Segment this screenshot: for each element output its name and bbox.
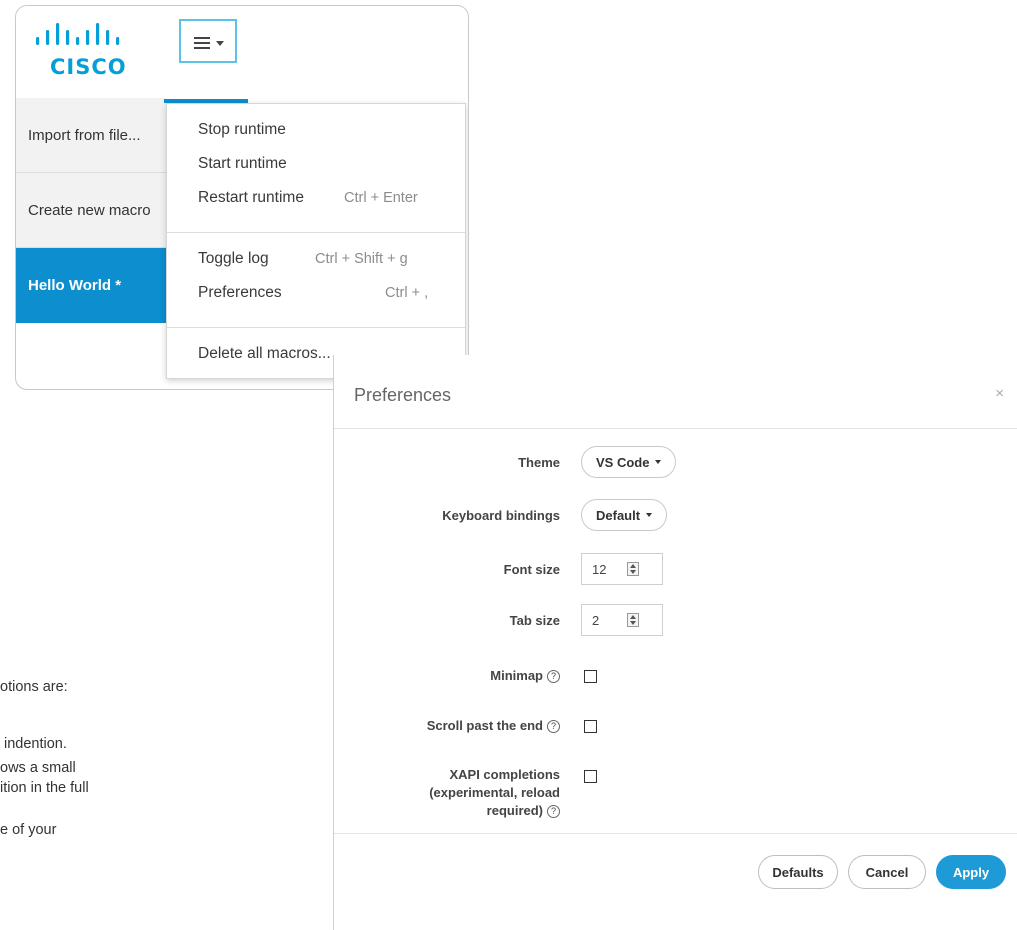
- help-icon[interactable]: ?: [547, 805, 560, 818]
- macro-sidebar: Import from file... Create new macro Hel…: [16, 98, 166, 323]
- hamburger-icon: [194, 37, 210, 49]
- minimap-checkbox[interactable]: [584, 670, 597, 683]
- stepper-arrows-icon[interactable]: [627, 613, 639, 627]
- macro-editor-callout: CISCO Import from file... Create new mac…: [15, 5, 469, 390]
- menu-item-toggle-log[interactable]: Toggle log: [198, 250, 269, 268]
- xapi-completions-label: XAPI completions (experimental, reload r…: [380, 766, 560, 820]
- theme-value: VS Code: [596, 454, 650, 470]
- font-size-stepper[interactable]: 12: [581, 553, 663, 585]
- dialog-footer-divider: [334, 833, 1017, 834]
- font-size-value: 12: [592, 562, 607, 577]
- menu-divider: [167, 327, 465, 328]
- sidebar-item-label: Hello World *: [28, 277, 122, 294]
- menu-item-start-runtime[interactable]: Start runtime: [198, 155, 287, 173]
- scroll-past-end-label: Scroll past the end?: [427, 717, 560, 735]
- menu-divider: [167, 232, 465, 233]
- shortcut-preferences: Ctrl + ,: [385, 285, 429, 301]
- chevron-down-icon: [655, 460, 662, 464]
- cisco-bars-icon: [36, 23, 120, 45]
- keyboard-bindings-value: Default: [596, 507, 641, 523]
- doc-text-line: ows a small: [0, 760, 76, 776]
- sidebar-item-import[interactable]: Import from file...: [16, 98, 166, 173]
- tab-size-value: 2: [592, 613, 600, 628]
- cisco-wordmark: CISCO: [50, 55, 127, 79]
- tab-size-label: Tab size: [509, 613, 560, 628]
- scroll-past-end-label-text: Scroll past the end: [426, 718, 543, 733]
- menu-item-preferences[interactable]: Preferences: [198, 284, 282, 302]
- chevron-down-icon: [646, 513, 653, 517]
- menu-item-restart-runtime[interactable]: Restart runtime: [198, 189, 304, 207]
- defaults-button[interactable]: Defaults: [758, 855, 838, 889]
- help-icon[interactable]: ?: [547, 670, 560, 683]
- menu-item-delete-all[interactable]: Delete all macros...: [198, 345, 331, 363]
- cisco-logo: CISCO: [36, 23, 146, 79]
- dialog-header-divider: [334, 428, 1017, 429]
- sidebar-item-hello-world[interactable]: Hello World *: [16, 248, 166, 323]
- main-dropdown-menu: Stop runtime Start runtime Restart runti…: [166, 103, 466, 379]
- xapi-completions-checkbox[interactable]: [584, 770, 597, 783]
- tab-size-stepper[interactable]: 2: [581, 604, 663, 636]
- chevron-down-icon: [216, 41, 224, 46]
- minimap-label-text: Minimap: [490, 668, 543, 683]
- theme-select[interactable]: VS Code: [581, 446, 677, 478]
- sidebar-item-label: Create new macro: [28, 201, 151, 219]
- cancel-button[interactable]: Cancel: [848, 855, 926, 889]
- help-icon[interactable]: ?: [547, 720, 560, 733]
- doc-text-line: indention.: [4, 736, 67, 752]
- doc-text-line: ition in the full: [0, 780, 89, 796]
- close-icon[interactable]: ×: [995, 385, 1004, 402]
- theme-label: Theme: [518, 455, 560, 470]
- xapi-completions-label-text: XAPI completions (experimental, reload r…: [429, 767, 560, 818]
- shortcut-toggle-log: Ctrl + Shift + g: [315, 251, 408, 267]
- shortcut-restart-runtime: Ctrl + Enter: [344, 190, 418, 206]
- main-menu-button[interactable]: [179, 19, 237, 63]
- stepper-arrows-icon[interactable]: [627, 562, 639, 576]
- menu-item-stop-runtime[interactable]: Stop runtime: [198, 121, 286, 139]
- doc-text-line: otions are:: [0, 679, 68, 695]
- preferences-dialog: Preferences × Theme VS Code Keyboard bin…: [333, 355, 1017, 930]
- dialog-title: Preferences: [354, 385, 452, 405]
- doc-text-line: e of your: [0, 822, 57, 838]
- minimap-label: Minimap?: [490, 667, 560, 685]
- apply-button[interactable]: Apply: [936, 855, 1006, 889]
- keyboard-bindings-select[interactable]: Default: [581, 499, 668, 531]
- sidebar-item-label: Import from file...: [28, 126, 141, 144]
- keyboard-bindings-label: Keyboard bindings: [442, 508, 560, 523]
- font-size-label: Font size: [503, 562, 560, 577]
- sidebar-item-create[interactable]: Create new macro: [16, 173, 166, 248]
- scroll-past-end-checkbox[interactable]: [584, 720, 597, 733]
